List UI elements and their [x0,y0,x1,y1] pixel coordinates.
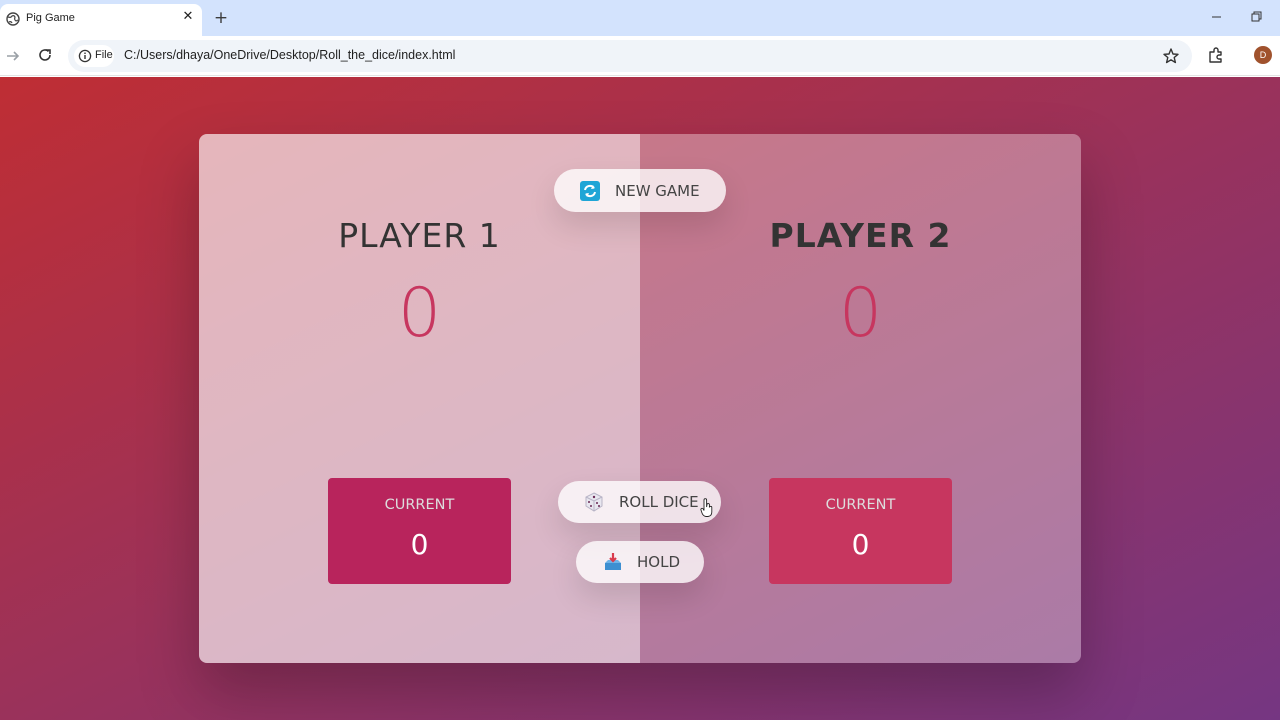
player-1-current-score: 0 [410,528,429,561]
tab-close-icon[interactable]: ✕ [180,9,196,25]
player-1-current-box: CURRENT 0 [328,478,511,584]
player-1-current-label: CURRENT [384,497,455,513]
player-2-current-box: CURRENT 0 [769,478,952,584]
player-2-current-label: CURRENT [825,497,896,513]
browser-tab-bar: Pig Game ✕ + [0,0,1280,36]
url-text[interactable]: C:/Users/dhaya/OneDrive/Desktop/Roll_the… [124,48,455,62]
player-2-current-score: 0 [851,528,870,561]
new-game-label: NEW GAME [615,181,700,200]
player-2-panel: PLAYER 2 0 CURRENT 0 [640,134,1081,663]
file-scheme-label: File [95,49,113,61]
inbox-tray-icon [605,553,621,570]
page-background: PLAYER 1 0 CURRENT 0 PLAYER 2 0 CURRENT … [0,77,1280,720]
dice-icon [585,492,603,512]
bookmark-star-icon[interactable] [1162,47,1180,65]
globe-icon [6,12,20,26]
info-icon [78,49,92,63]
site-info-chip[interactable]: File [74,45,114,67]
restore-icon[interactable] [1248,8,1266,26]
hand-pointer-icon [700,498,713,517]
new-tab-button[interactable]: + [211,8,231,28]
new-game-button[interactable]: NEW GAME [554,169,726,212]
tab-title: Pig Game [26,12,75,24]
address-bar[interactable]: File C:/Users/dhaya/OneDrive/Desktop/Rol… [68,40,1192,72]
forward-arrow-icon[interactable] [4,47,22,65]
browser-tab[interactable]: Pig Game ✕ [0,4,202,36]
player-2-score: 0 [838,274,883,353]
player-1-name: PLAYER 1 [338,216,501,255]
refresh-icon [580,180,600,201]
reload-icon[interactable] [36,46,54,64]
hold-button[interactable]: HOLD [576,541,704,583]
extensions-icon[interactable] [1207,46,1225,64]
minimize-icon[interactable] [1208,8,1226,26]
roll-dice-label: ROLL DICE [619,493,699,511]
hold-label: HOLD [637,553,680,571]
roll-dice-button[interactable]: ROLL DICE [558,481,721,523]
player-2-name: PLAYER 2 [769,216,952,255]
player-1-score: 0 [397,274,442,353]
browser-toolbar: File C:/Users/dhaya/OneDrive/Desktop/Rol… [0,36,1280,76]
profile-avatar[interactable]: D [1254,46,1272,64]
player-1-panel: PLAYER 1 0 CURRENT 0 [199,134,640,663]
game-board: PLAYER 1 0 CURRENT 0 PLAYER 2 0 CURRENT … [199,134,1081,663]
